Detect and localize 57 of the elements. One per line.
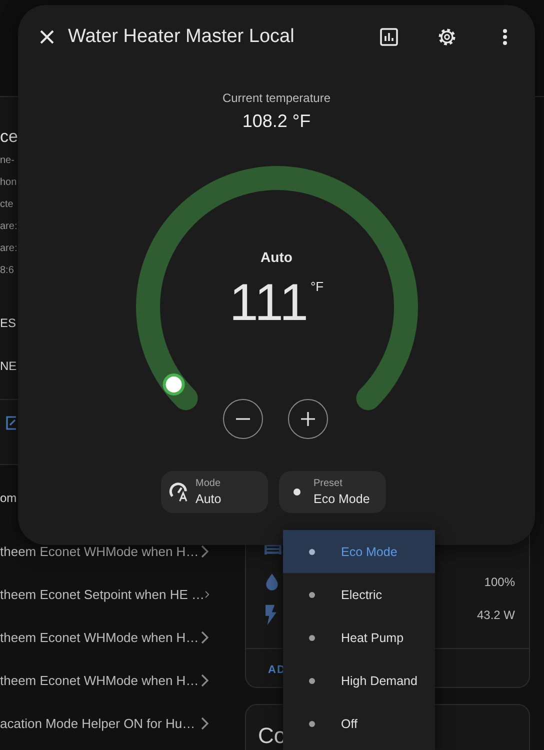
menu-icon[interactable]	[502, 28, 508, 46]
automation-item[interactable]: theem Econet WHMode when H…	[0, 544, 199, 559]
automation-item[interactable]: theem Econet WHMode when H…	[0, 630, 199, 645]
temperature-unit: °F	[310, 279, 324, 294]
sensor-value: 100%	[484, 574, 515, 588]
dot-icon	[309, 678, 315, 684]
close-icon[interactable]	[40, 30, 54, 44]
mode-chip[interactable]: Mode Auto	[160, 471, 268, 513]
chevron-icon	[201, 545, 209, 558]
list-text: ES	[0, 316, 16, 330]
automation-item[interactable]: acation Mode Helper ON for Hu…	[0, 716, 196, 731]
temperature-dial[interactable]	[136, 166, 418, 410]
current-temperature-label: Current temperature	[222, 91, 331, 105]
section-heading: om	[0, 490, 17, 504]
decrease-button[interactable]	[222, 399, 262, 439]
current-temperature: 108.2 °F	[242, 111, 311, 132]
automation-item[interactable]: theem Econet Setpoint when HE …	[0, 587, 205, 602]
automation-item[interactable]: theem Econet WHMode when H…	[0, 673, 199, 688]
plus-icon	[300, 412, 314, 426]
dot-icon	[292, 488, 300, 496]
preset-chip[interactable]: Preset Eco Mode	[278, 471, 386, 513]
chevron-icon	[204, 588, 209, 601]
chip-value: Auto	[196, 492, 222, 506]
dot-icon	[309, 592, 315, 598]
info-text: are:	[0, 220, 18, 232]
chevron-icon	[201, 631, 209, 644]
info-text: ne-	[0, 154, 14, 166]
mode-label: Auto	[260, 249, 292, 265]
dial-handle[interactable]	[162, 374, 184, 396]
increase-button[interactable]	[288, 399, 328, 439]
sensor-value: 43.2 W	[476, 608, 515, 622]
dot-icon	[309, 634, 315, 640]
chevron-icon	[201, 674, 209, 687]
minus-icon	[236, 418, 250, 420]
preset-option[interactable]: Heat Pump	[283, 616, 435, 659]
info-text: are:	[0, 242, 18, 254]
gauge-icon	[168, 482, 188, 502]
preset-option[interactable]: Eco Mode	[283, 530, 435, 573]
dialog-title: Water Heater Master Local	[68, 26, 296, 48]
dot-icon	[309, 548, 315, 554]
list-text: NE	[0, 358, 17, 372]
preset-option[interactable]: High Demand	[283, 659, 435, 702]
edit-icon[interactable]	[6, 416, 16, 430]
chip-label: Preset	[314, 478, 342, 489]
chip-value: Eco Mode	[314, 492, 370, 506]
info-text: cte	[0, 198, 14, 210]
preset-option[interactable]: Electric	[283, 573, 435, 616]
preset-option[interactable]: Off	[283, 702, 435, 745]
chevron-icon	[201, 717, 209, 730]
chip-label: Mode	[196, 478, 221, 489]
card-heading: ce	[0, 127, 18, 147]
info-text: hon	[0, 176, 17, 188]
dot-icon	[309, 720, 315, 726]
target-temperature: 111	[229, 273, 308, 333]
chart-icon[interactable]	[380, 28, 398, 46]
settings-icon[interactable]	[437, 27, 457, 47]
info-text: 8:6	[0, 264, 14, 276]
